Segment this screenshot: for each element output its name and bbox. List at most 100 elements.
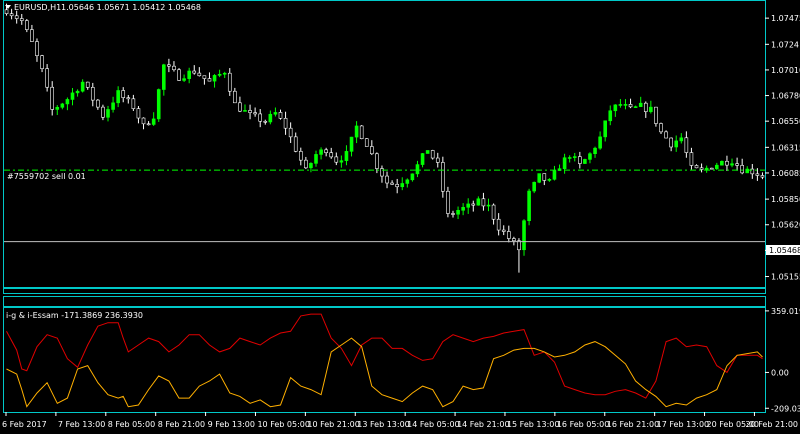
candle bbox=[593, 146, 597, 158]
candle bbox=[725, 155, 729, 171]
candle bbox=[65, 97, 70, 111]
chart-canvas[interactable]: 1.07475 1.0724 1.07010 1.06780 1.06550 1.0631… bbox=[0, 0, 800, 434]
candle bbox=[136, 106, 141, 124]
candle bbox=[90, 82, 95, 107]
x-tick-label: 10 Feb 21:00 bbox=[307, 420, 359, 429]
candle bbox=[30, 24, 34, 42]
candle bbox=[430, 149, 435, 160]
x-tick-label: 16 Feb 05:00 bbox=[557, 420, 609, 429]
candle bbox=[187, 67, 191, 84]
candle bbox=[522, 219, 526, 256]
candle bbox=[709, 167, 714, 170]
candle bbox=[400, 177, 405, 191]
candle bbox=[603, 120, 607, 142]
candle bbox=[461, 203, 465, 216]
candle bbox=[583, 158, 587, 164]
candle bbox=[370, 140, 374, 156]
candle bbox=[314, 150, 318, 167]
y-tick-label: 1.05620 bbox=[771, 221, 800, 230]
candle bbox=[654, 106, 658, 127]
indicator-lines-layer bbox=[6, 313, 763, 408]
x-tick-label: 10 Feb 05:00 bbox=[257, 420, 309, 429]
triangle-down-icon[interactable] bbox=[5, 5, 11, 9]
y-tick-label: 1.06550 bbox=[771, 117, 800, 126]
candle bbox=[380, 165, 384, 183]
y-tick-label: 1.06315 bbox=[771, 143, 800, 152]
candle bbox=[167, 58, 171, 73]
candle bbox=[451, 210, 455, 218]
candle bbox=[248, 104, 252, 120]
candle bbox=[141, 117, 146, 130]
candle bbox=[527, 188, 531, 226]
order-label[interactable]: #7559702 sell 0.01 bbox=[7, 172, 86, 181]
candle bbox=[202, 75, 207, 85]
candle bbox=[506, 225, 511, 243]
candle bbox=[486, 198, 491, 212]
main-chart-frame bbox=[3, 0, 766, 294]
candle bbox=[293, 132, 298, 153]
candle bbox=[689, 147, 694, 170]
x-tick-label: 9 Feb 13:00 bbox=[208, 420, 255, 429]
candle bbox=[684, 131, 689, 158]
y-tick-label: 1.05850 bbox=[771, 195, 800, 204]
x-tick-label: 14 Feb 21:00 bbox=[457, 420, 509, 429]
candle bbox=[512, 236, 516, 246]
candles-layer bbox=[4, 3, 765, 273]
candle bbox=[273, 107, 278, 117]
candle bbox=[212, 74, 217, 88]
candle bbox=[156, 88, 161, 122]
candle bbox=[471, 200, 476, 212]
candle bbox=[588, 152, 592, 164]
candle bbox=[101, 104, 105, 121]
candle bbox=[608, 105, 613, 126]
candle bbox=[233, 87, 237, 104]
candle bbox=[390, 180, 394, 185]
x-tick-label: 8 Feb 21:00 bbox=[158, 420, 205, 429]
candle bbox=[116, 86, 120, 108]
candle bbox=[659, 122, 663, 135]
candle bbox=[151, 112, 156, 126]
x-tick-label: 8 Feb 05:00 bbox=[108, 420, 155, 429]
y-tick-label: 1.0724 bbox=[771, 40, 799, 49]
main-y-axis: 1.07475 1.0724 1.07010 1.06780 1.06550 1.0631… bbox=[765, 14, 800, 282]
candle bbox=[572, 152, 577, 162]
candle bbox=[309, 162, 313, 173]
candle bbox=[704, 165, 709, 173]
candle bbox=[111, 96, 115, 113]
candle bbox=[578, 151, 582, 169]
y-tick-label: 1.05155 bbox=[771, 273, 800, 282]
candle bbox=[339, 155, 344, 168]
candle bbox=[334, 152, 339, 166]
candle bbox=[263, 119, 268, 125]
candle bbox=[55, 105, 60, 116]
x-tick-label: 7 Feb 13:00 bbox=[58, 420, 105, 429]
candle bbox=[420, 153, 425, 168]
candle bbox=[197, 67, 202, 77]
candle bbox=[466, 198, 471, 214]
candle bbox=[126, 95, 131, 104]
candle bbox=[162, 63, 166, 96]
ind-y-tick-label: -209.0352 bbox=[771, 404, 800, 413]
candle bbox=[628, 98, 633, 109]
y-tick-label: 1.07475 bbox=[771, 14, 800, 23]
indicator-series-red bbox=[6, 313, 763, 399]
x-tick-label: 20 Feb 21:00 bbox=[746, 420, 798, 429]
candle bbox=[730, 158, 734, 168]
empty-subwindow-frame bbox=[3, 296, 766, 307]
candle bbox=[664, 130, 668, 139]
current-price-label: 1.05468 bbox=[769, 246, 800, 255]
candle bbox=[238, 96, 242, 113]
indicator-series-orange bbox=[6, 337, 763, 408]
x-tick-label: 14 Feb 05:00 bbox=[407, 420, 459, 429]
x-tick-label: 15 Feb 13:00 bbox=[507, 420, 559, 429]
candle bbox=[649, 100, 653, 114]
candle bbox=[537, 173, 542, 184]
candle bbox=[80, 79, 85, 93]
candle bbox=[552, 165, 557, 181]
candle bbox=[669, 137, 673, 152]
candle bbox=[517, 238, 521, 273]
candle bbox=[329, 147, 334, 159]
candle bbox=[207, 72, 212, 82]
candle bbox=[435, 152, 440, 168]
candle bbox=[283, 111, 288, 135]
